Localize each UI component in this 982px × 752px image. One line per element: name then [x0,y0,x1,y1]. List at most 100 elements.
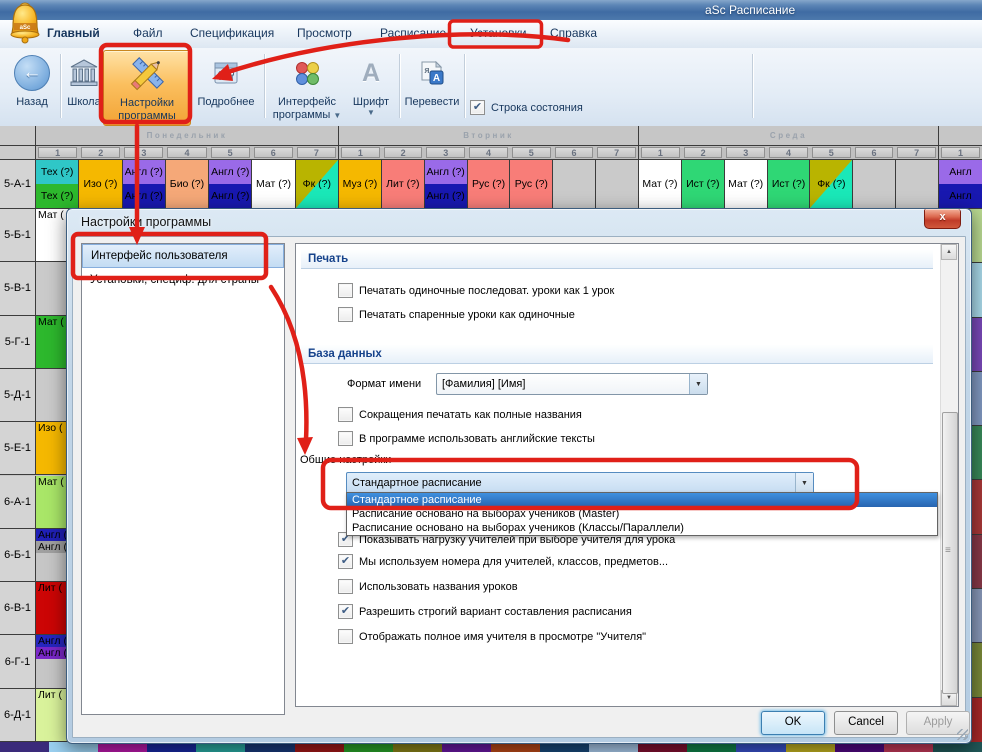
lesson-label: Мат (?) [252,160,294,208]
program-settings-button[interactable]: Настройки программы [103,50,191,126]
lesson-label: Муз (?) [339,160,381,208]
checkbox-label: Печатать одиночные последоват. уроки как… [359,285,614,297]
cancel-button[interactable]: Cancel [834,711,898,735]
schedule-type-combobox[interactable]: Стандартное расписание ▼ [346,472,814,494]
database-checks: Сокращения печатать как полные названия В… [338,407,595,455]
timetable-cell[interactable]: Рус (?) [510,160,553,209]
print-option-checkbox[interactable]: Печатать спаренные уроки как одиночные [338,307,614,322]
menu-item-Установки[interactable]: Установки [470,26,526,40]
class-label[interactable]: 5-Е-1 [0,422,36,475]
program-interface-button[interactable]: Интерфейс программы ▼ [267,50,347,124]
general-option-checkbox[interactable]: Отображать полное имя учителя в просмотр… [338,629,668,644]
general-option-checkbox[interactable]: Использовать названия уроков [338,579,668,594]
panel-scrollbar[interactable]: ▲ ▼ [940,244,958,706]
class-label[interactable]: 6-В-1 [0,582,36,635]
checkbox-label: Строка состояния [491,102,583,114]
class-label[interactable]: 6-Б-1 [0,529,36,582]
droplist-option[interactable]: Расписание основано на выборах учеников … [347,521,937,535]
lesson-label: Лит ( [36,689,68,701]
timetable-cell[interactable]: Мат ( [36,316,69,369]
checkbox-label: Печатать спаренные уроки как одиночные [359,309,575,321]
timetable-cell[interactable]: Англ (?)Англ (?) [209,160,252,209]
lesson-label: Англ (?) [209,184,251,208]
class-label[interactable]: 6-Г-1 [0,635,36,688]
menu-item-Главный[interactable]: Главный [47,26,100,40]
timetable-cell[interactable]: Муз (?) [339,160,382,209]
timetable-cell[interactable]: Лит ( [36,689,69,742]
timetable-cell[interactable]: Англ (?)Англ (?) [123,160,166,209]
timetable-cell[interactable] [553,160,596,209]
timetable-cell[interactable]: Англ (?)Англ (?) [425,160,468,209]
print-option-checkbox[interactable]: Печатать одиночные последоват. уроки как… [338,283,614,298]
general-option-checkbox[interactable]: ✔Мы используем номера для учителей, клас… [338,554,668,569]
timetable-cell[interactable]: Мат ( [36,209,69,262]
ok-button[interactable]: OK [761,711,825,735]
class-label[interactable]: 6-Д-1 [0,689,36,742]
close-icon[interactable]: x [924,209,961,229]
checkbox-label: В программе использовать английские текс… [359,433,595,445]
period-number: 5 [812,147,851,158]
general-option-checkbox[interactable]: ✔Разрешить строгий вариант составления р… [338,604,668,619]
asc-bell-logo-icon[interactable]: aSc [6,1,44,50]
settings-category-selected[interactable]: Интерфейс пользователя [82,244,284,268]
translate-button[interactable]: я A Перевести [403,50,461,124]
ribbon-separator [464,54,465,118]
timetable-cell[interactable]: Мат ( [36,476,69,529]
period-number: 5 [512,147,551,158]
grid-corner [0,146,36,160]
menu-item-Справка[interactable]: Справка [550,26,597,40]
timetable-cell[interactable] [596,160,638,209]
droplist-option[interactable]: Расписание основано на выборах учеников … [347,507,937,521]
timetable-cell[interactable]: Изо ( [36,422,69,475]
class-label[interactable]: 5-Б-1 [0,209,36,262]
timetable-cell[interactable]: Мат (?) [725,160,768,209]
timetable-cell[interactable]: Ист (?) [768,160,811,209]
back-button[interactable]: ← Назад [8,50,56,124]
period-number: 6 [555,147,594,158]
timetable-cell[interactable]: Англ (Англ ( [36,529,69,582]
menu-item-Просмотр[interactable]: Просмотр [297,26,352,40]
checkbox-label: Сокращения печатать как полные названия [359,409,582,421]
day-header-Вторник: Вторник [339,126,639,146]
timetable-cell[interactable]: Фк (?) [810,160,853,209]
class-label[interactable]: 6-А-1 [0,476,36,529]
class-label[interactable]: 5-Г-1 [0,316,36,369]
lesson-label: Мат ( [36,209,68,221]
timetable-cell[interactable]: Лит (?) [382,160,425,209]
timetable-cell[interactable] [36,262,69,315]
class-label[interactable]: 5-А-1 [0,160,36,209]
menu-item-Файл[interactable]: Файл [133,26,163,40]
timetable-cell[interactable]: Мат (?) [639,160,682,209]
menu-item-Расписание[interactable]: Расписание [380,26,446,40]
timetable-cell[interactable] [36,369,69,422]
timetable-cell[interactable]: Фк (?) [296,160,338,209]
timetable-cell[interactable] [853,160,896,209]
timetable-cell[interactable]: Лит ( [36,582,69,635]
database-option-checkbox[interactable]: В программе использовать английские текс… [338,431,595,446]
scroll-up-icon[interactable]: ▲ [941,244,957,260]
menu-item-Спецификация[interactable]: Спецификация [190,26,274,40]
scrollbar-thumb[interactable] [942,412,958,694]
class-label[interactable]: 5-Д-1 [0,369,36,422]
timetable-cell[interactable]: Изо (?) [79,160,122,209]
timetable-cell[interactable]: АнглАнгл [939,160,982,209]
timetable-cell[interactable]: Био (?) [166,160,209,209]
timetable-cell[interactable]: Ист (?) [682,160,725,209]
title-bar: aSc Расписание [0,0,982,21]
timetable-cell[interactable] [896,160,938,209]
font-button[interactable]: A Шрифт ▼ [348,50,394,124]
timetable-cell[interactable]: Англ (Англ ( [36,635,69,688]
school-button[interactable]: Школа [63,50,105,124]
ribbon-checkbox[interactable]: ✔Строка состояния [470,100,744,115]
timetable-cell[interactable]: Рус (?) [468,160,511,209]
details-button[interactable]: Подробнее [191,50,261,124]
class-label[interactable]: 5-В-1 [0,262,36,315]
settings-category-item[interactable]: Установки, специф. для страны [82,268,284,292]
resize-grip[interactable] [957,729,968,740]
timetable-cell[interactable]: Мат (?) [252,160,295,209]
name-format-combobox[interactable]: [Фамилия] [Имя] ▼ [436,373,708,395]
droplist-option[interactable]: Стандартное расписание [347,493,937,507]
lesson-label: Изо ( [36,422,68,434]
timetable-cell[interactable]: Тех (?)Тех (?) [36,160,79,209]
database-option-checkbox[interactable]: Сокращения печатать как полные названия [338,407,595,422]
